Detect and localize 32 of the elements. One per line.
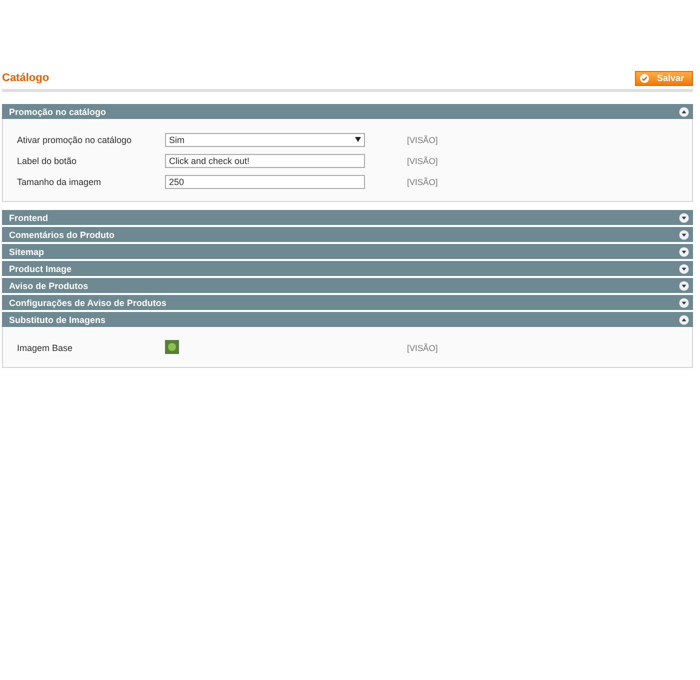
section-header[interactable]: Sitemap	[2, 244, 693, 259]
scope-label: [VISÃO]	[407, 176, 438, 186]
field-label: Imagem Base	[17, 342, 74, 352]
select-field[interactable]: Sim	[165, 132, 365, 146]
toggle-icon	[679, 314, 689, 324]
toggle-icon	[679, 106, 689, 116]
section-header[interactable]: Promoção no catálogo	[2, 104, 693, 119]
section-header[interactable]: Product Image	[2, 261, 693, 276]
toggle-icon	[679, 230, 689, 240]
scope-label: [VISÃO]	[407, 156, 438, 166]
toggle-icon	[679, 280, 689, 290]
page-title: Catálogo	[2, 72, 50, 84]
section-header[interactable]: Substituto de Imagens	[2, 312, 693, 327]
field-label: Tamanho da imagem	[17, 176, 102, 186]
input-field[interactable]: 250	[165, 174, 365, 188]
section-header[interactable]: Comentários do Produto	[2, 227, 693, 242]
section-header[interactable]: Aviso de Produtos	[2, 278, 693, 293]
toggle-icon	[679, 246, 689, 256]
section-header[interactable]: Configurações de Aviso de Produtos	[2, 295, 693, 310]
image-thumbnail-icon	[165, 340, 179, 354]
toggle-icon	[679, 298, 689, 308]
scope-label: [VISÃO]	[407, 342, 438, 352]
save-button[interactable]: Salvar	[634, 70, 693, 86]
section-header[interactable]: Frontend	[2, 210, 693, 225]
dropdown-arrow-icon	[355, 137, 361, 142]
scope-label: [VISÃO]	[407, 134, 438, 144]
toggle-icon	[679, 212, 689, 222]
field-label: Label do botão	[17, 156, 78, 166]
field-label: Ativar promoção no catálogo	[17, 134, 133, 144]
toggle-icon	[679, 264, 689, 274]
check-icon	[640, 74, 649, 82]
input-field[interactable]: Click and check out!	[165, 154, 365, 168]
